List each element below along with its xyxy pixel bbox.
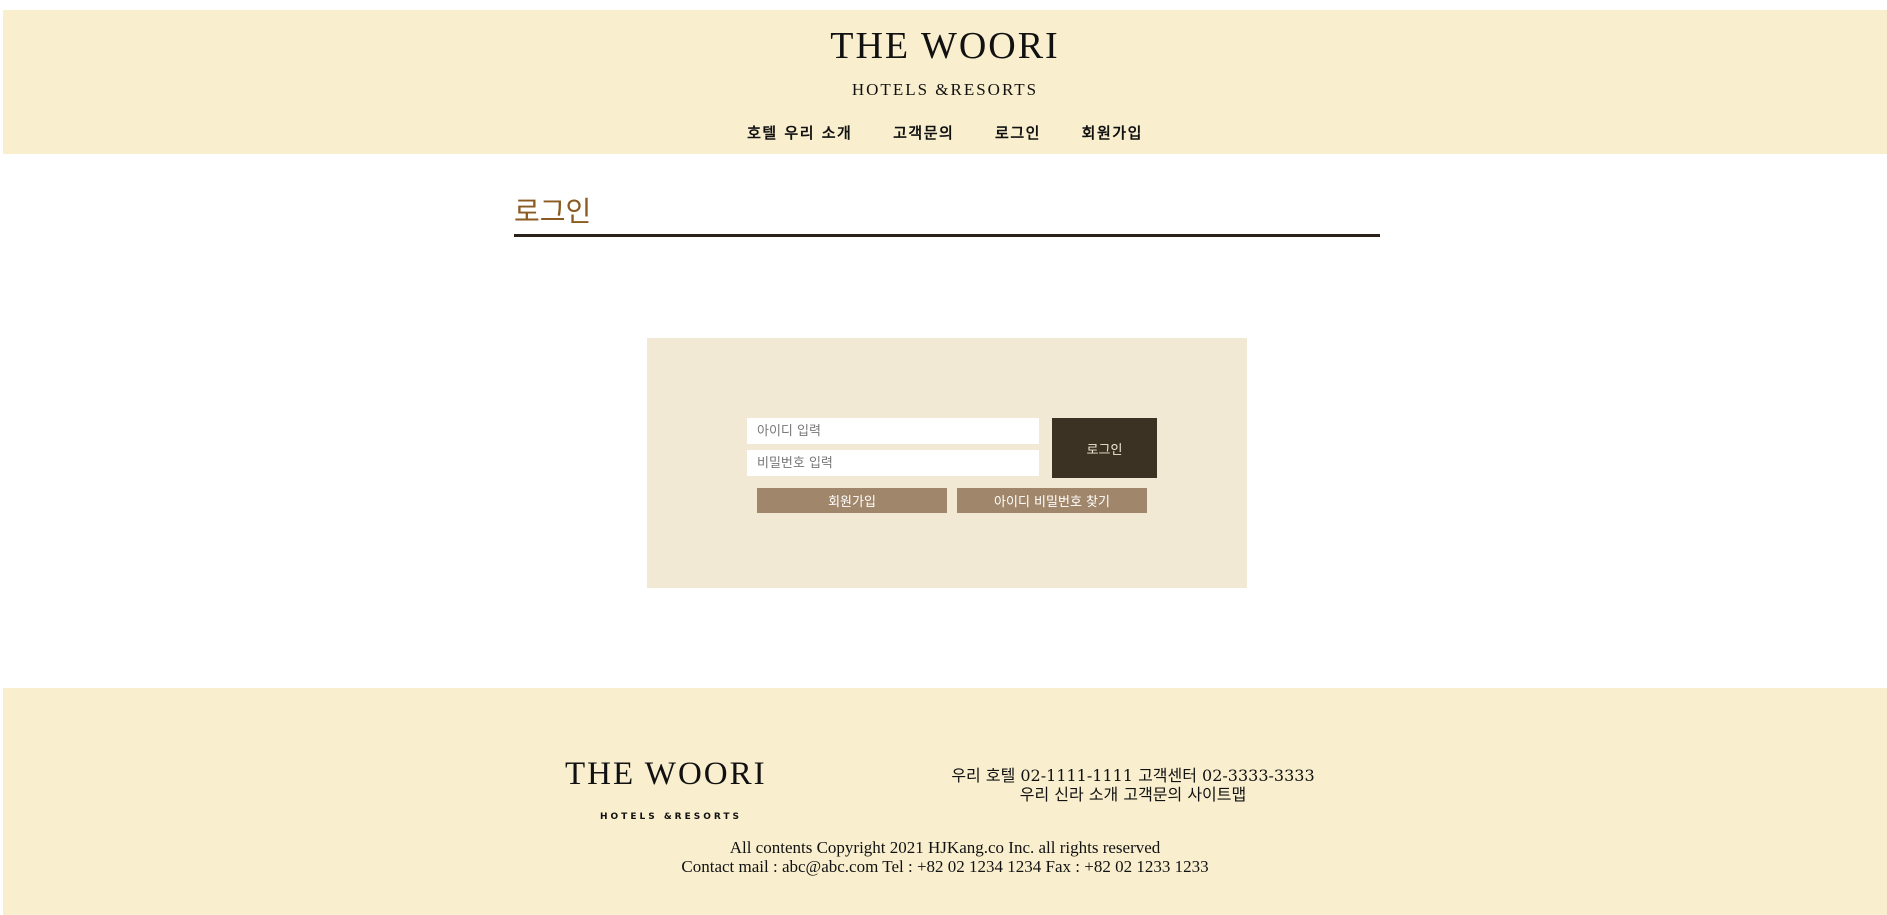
login-panel: 로그인 회원가입 아이디 비밀번호 찾기 [647,338,1247,588]
contact-text: Contact mail : abc@abc.com Tel : +82 02 … [681,857,1209,876]
logo-subtitle: HOTELS &RESORTS [851,80,1039,99]
id-input[interactable] [747,418,1039,444]
footer-contact-numbers: 우리 호텔 02-1111-1111 고객센터 02-3333-3333 [951,766,1315,785]
signup-button[interactable]: 회원가입 [757,488,947,513]
footer-links[interactable]: 우리 신라 소개 고객문의 사이트맵 [933,785,1333,804]
nav-item-hotel-intro[interactable]: 호텔 우리 소개 [747,124,852,142]
site-header: THE WOORI HOTELS &RESORTS 호텔 우리 소개 고객문의 … [3,10,1887,154]
page-title: 로그인 [514,195,592,228]
title-divider [514,234,1380,237]
password-input[interactable] [747,450,1039,476]
footer-logo-title: THE WOORI [565,756,767,792]
footer-logo-subtitle: HOTELS &RESORTS [600,812,743,822]
logo-title[interactable]: THE WOORI [3,24,1887,68]
login-button[interactable]: 로그인 [1052,418,1157,478]
main-nav: 호텔 우리 소개 고객문의 로그인 회원가입 [3,122,1887,143]
footer-info: 우리 호텔 02-1111-1111 고객센터 02-3333-3333 우리 … [933,766,1333,804]
nav-item-inquiry[interactable]: 고객문의 [893,124,954,142]
nav-item-login[interactable]: 로그인 [995,124,1041,142]
site-footer: THE WOORI HOTELS &RESORTS 우리 호텔 02-1111-… [3,688,1887,915]
nav-item-signup[interactable]: 회원가입 [1082,124,1143,142]
footer-copyright: All contents Copyright 2021 HJKang.co In… [3,838,1887,876]
copyright-text: All contents Copyright 2021 HJKang.co In… [729,838,1161,857]
find-id-password-button[interactable]: 아이디 비밀번호 찾기 [957,488,1147,513]
